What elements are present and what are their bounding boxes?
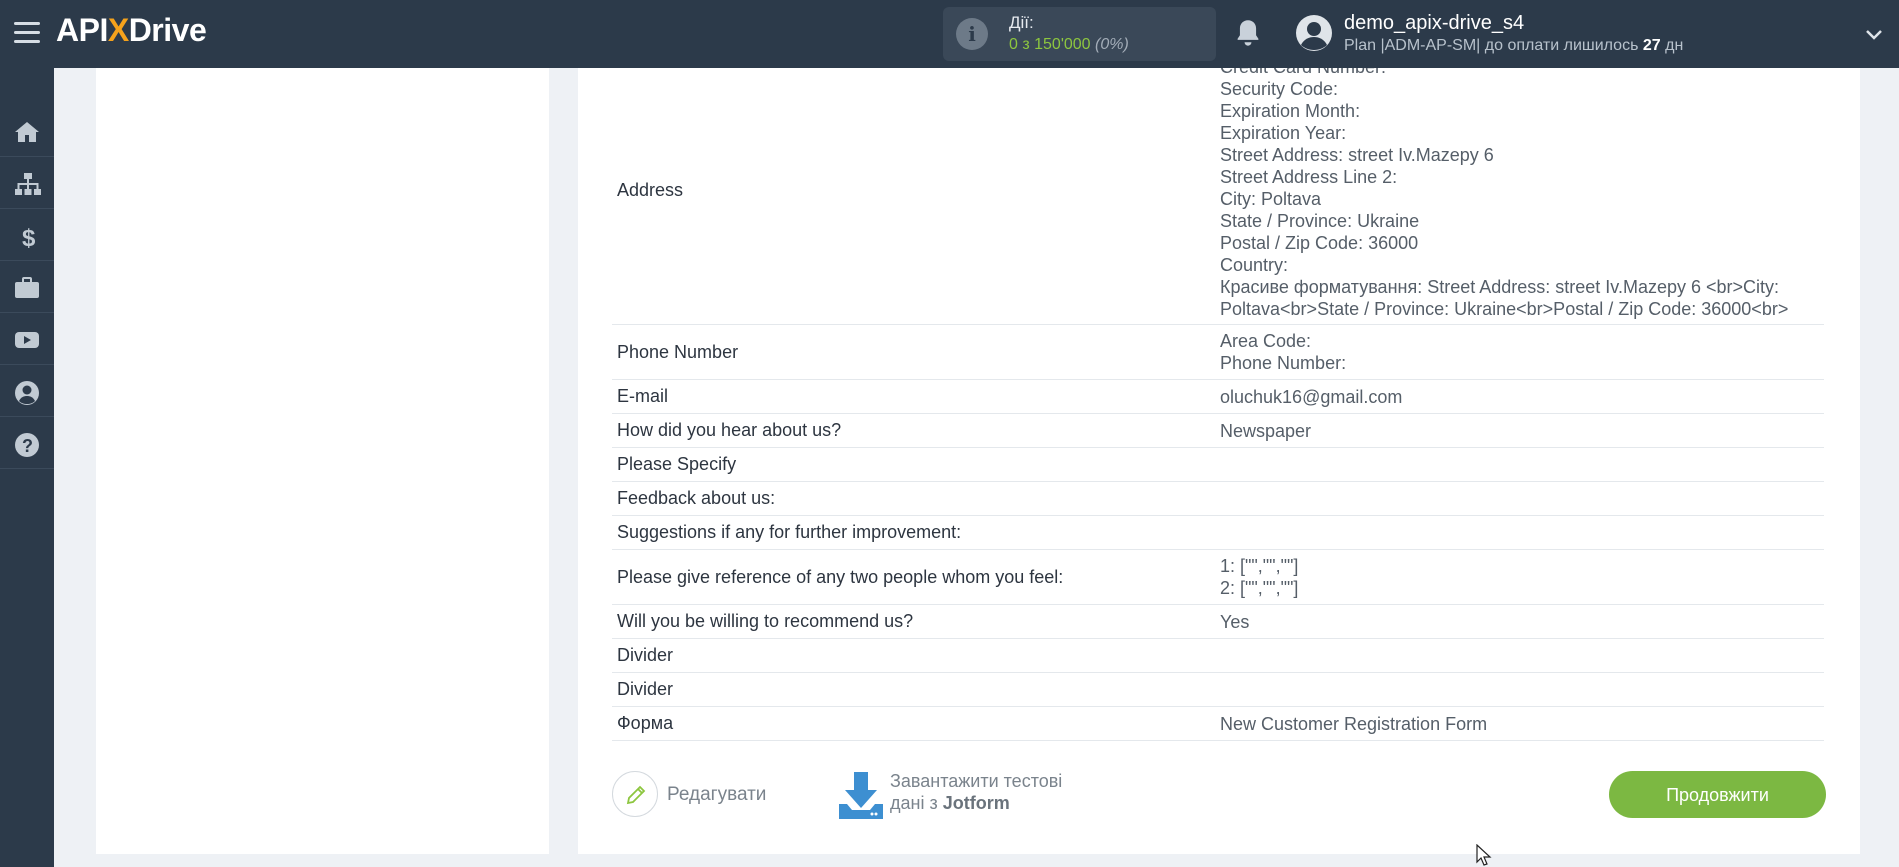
field-label: Phone Number — [617, 341, 739, 362]
svg-text:$: $ — [22, 225, 36, 250]
help-icon: ? — [15, 433, 39, 457]
download-icon — [839, 772, 883, 819]
table-row: E-mail oluchuk16@gmail.com — [612, 380, 1824, 414]
sidebar-item-billing[interactable]: $ — [0, 210, 54, 261]
table-row: Divider — [612, 673, 1824, 707]
table-row-address: Address Credit Card Number: Security Cod… — [612, 68, 1824, 325]
sidebar-item-briefcase[interactable] — [0, 262, 54, 313]
table-row: Please Specify — [612, 448, 1824, 482]
field-label: Feedback about us: — [617, 488, 776, 508]
sitemap-icon — [15, 173, 41, 195]
apixdrive-logo[interactable]: APIXDrive — [56, 12, 207, 49]
table-row-phone: Phone Number Area Code: Phone Number: — [612, 325, 1824, 380]
edit-circle[interactable] — [612, 771, 658, 817]
field-value: Credit Card Number: Security Code: Expir… — [1220, 68, 1789, 319]
svg-text:?: ? — [22, 436, 33, 456]
field-value: New Customer Registration Form — [1220, 713, 1488, 734]
field-value: Area Code: Phone Number: — [1220, 331, 1347, 373]
left-panel — [96, 68, 549, 854]
table-row: Feedback about us: — [612, 482, 1824, 516]
youtube-icon — [15, 332, 39, 348]
actions-count: 0 з 150'000 (0%) — [1009, 36, 1129, 53]
field-label: Форма — [617, 713, 674, 733]
pencil-icon — [626, 785, 646, 805]
field-label: Suggestions if any for further improveme… — [617, 522, 962, 542]
info-icon: i — [956, 18, 988, 50]
field-value: Newspaper — [1220, 420, 1312, 441]
field-label: Will you be willing to recommend us? — [617, 611, 914, 631]
plan-info: Plan |ADM-AP-SM| до оплати лишилось 27 д… — [1344, 37, 1684, 54]
field-label: E-mail — [617, 386, 669, 406]
sidebar-item-help[interactable]: ? — [0, 418, 54, 469]
actions-counter: i Дії: 0 з 150'000 (0%) — [943, 7, 1216, 61]
table-row: Форма New Customer Registration Form — [612, 707, 1824, 741]
table-row: How did you hear about us? Newspaper — [612, 414, 1824, 448]
field-value: 1: ["","",""] 2: ["","",""] — [1220, 556, 1299, 598]
sidebar-item-home[interactable] — [0, 106, 54, 157]
mouse-cursor-icon — [1476, 844, 1492, 866]
avatar-icon[interactable] — [1295, 14, 1333, 52]
table-row-reference: Please give reference of any two people … — [612, 550, 1824, 605]
load-label-line2: дані з Jotform — [890, 793, 1010, 813]
field-label: Please Specify — [617, 454, 737, 474]
field-label: How did you hear about us? — [617, 420, 842, 440]
sidebar-item-connections[interactable] — [0, 158, 54, 209]
user-icon — [15, 381, 39, 405]
field-label: Address — [617, 179, 684, 200]
table-row: Divider — [612, 639, 1824, 673]
field-value: Yes — [1220, 611, 1250, 632]
field-value: oluchuk16@gmail.com — [1220, 386, 1403, 407]
dollar-icon: $ — [22, 225, 36, 250]
load-test-data-button[interactable]: Завантажити тестові дані з Jotform — [838, 770, 1098, 822]
load-label-line1: Завантажити тестові — [890, 771, 1063, 791]
field-label: Please give reference of any two people … — [617, 566, 1064, 587]
briefcase-icon — [15, 277, 39, 298]
edit-label[interactable]: Редагувати — [667, 784, 766, 806]
sidebar-item-video[interactable] — [0, 314, 54, 365]
top-bar: APIXDrive i Дії: 0 з 150'000 (0%) demo_a… — [0, 0, 1899, 68]
table-row: Will you be willing to recommend us? Yes — [612, 605, 1824, 639]
sidebar-item-account[interactable] — [0, 366, 54, 417]
home-icon — [15, 122, 39, 142]
test-data-table: Address Credit Card Number: Security Cod… — [612, 68, 1824, 741]
test-data-panel: Address Credit Card Number: Security Cod… — [578, 68, 1860, 854]
bell-icon[interactable] — [1234, 18, 1262, 48]
sidebar: $ ? — [0, 68, 54, 867]
hamburger-menu-icon[interactable] — [14, 22, 40, 44]
actions-label: Дії: — [1009, 13, 1034, 32]
username[interactable]: demo_apix-drive_s4 — [1344, 12, 1524, 35]
chevron-down-icon[interactable] — [1864, 24, 1884, 44]
field-label: Divider — [617, 645, 674, 665]
continue-button[interactable]: Продовжити — [1609, 771, 1826, 818]
table-row: Suggestions if any for further improveme… — [612, 516, 1824, 550]
field-label: Divider — [617, 679, 674, 699]
